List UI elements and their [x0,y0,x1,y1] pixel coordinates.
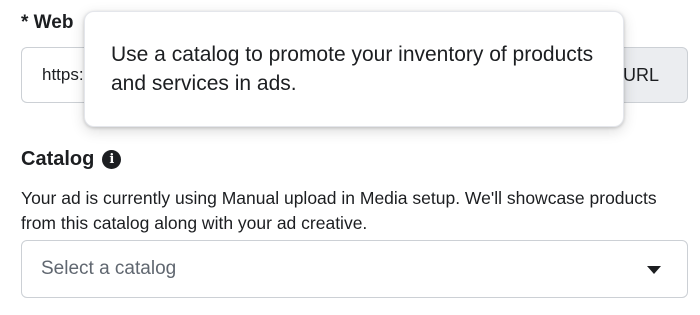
catalog-heading: Catalog i [21,148,122,171]
tooltip-text: Use a catalog to promote your inventory … [111,43,594,95]
url-parameters-label: URL [622,64,659,85]
catalog-select-dropdown[interactable]: Select a catalog [21,240,688,298]
catalog-select-placeholder: Select a catalog [41,258,177,279]
info-icon[interactable]: i [102,150,122,169]
catalog-info-tooltip: Use a catalog to promote your inventory … [84,11,624,127]
website-label: * Web [21,12,74,33]
catalog-description: Your ad is currently using Manual upload… [21,188,657,233]
catalog-title: Catalog [21,148,95,170]
website-url-value: https: [42,65,84,84]
chevron-down-icon [647,266,661,274]
